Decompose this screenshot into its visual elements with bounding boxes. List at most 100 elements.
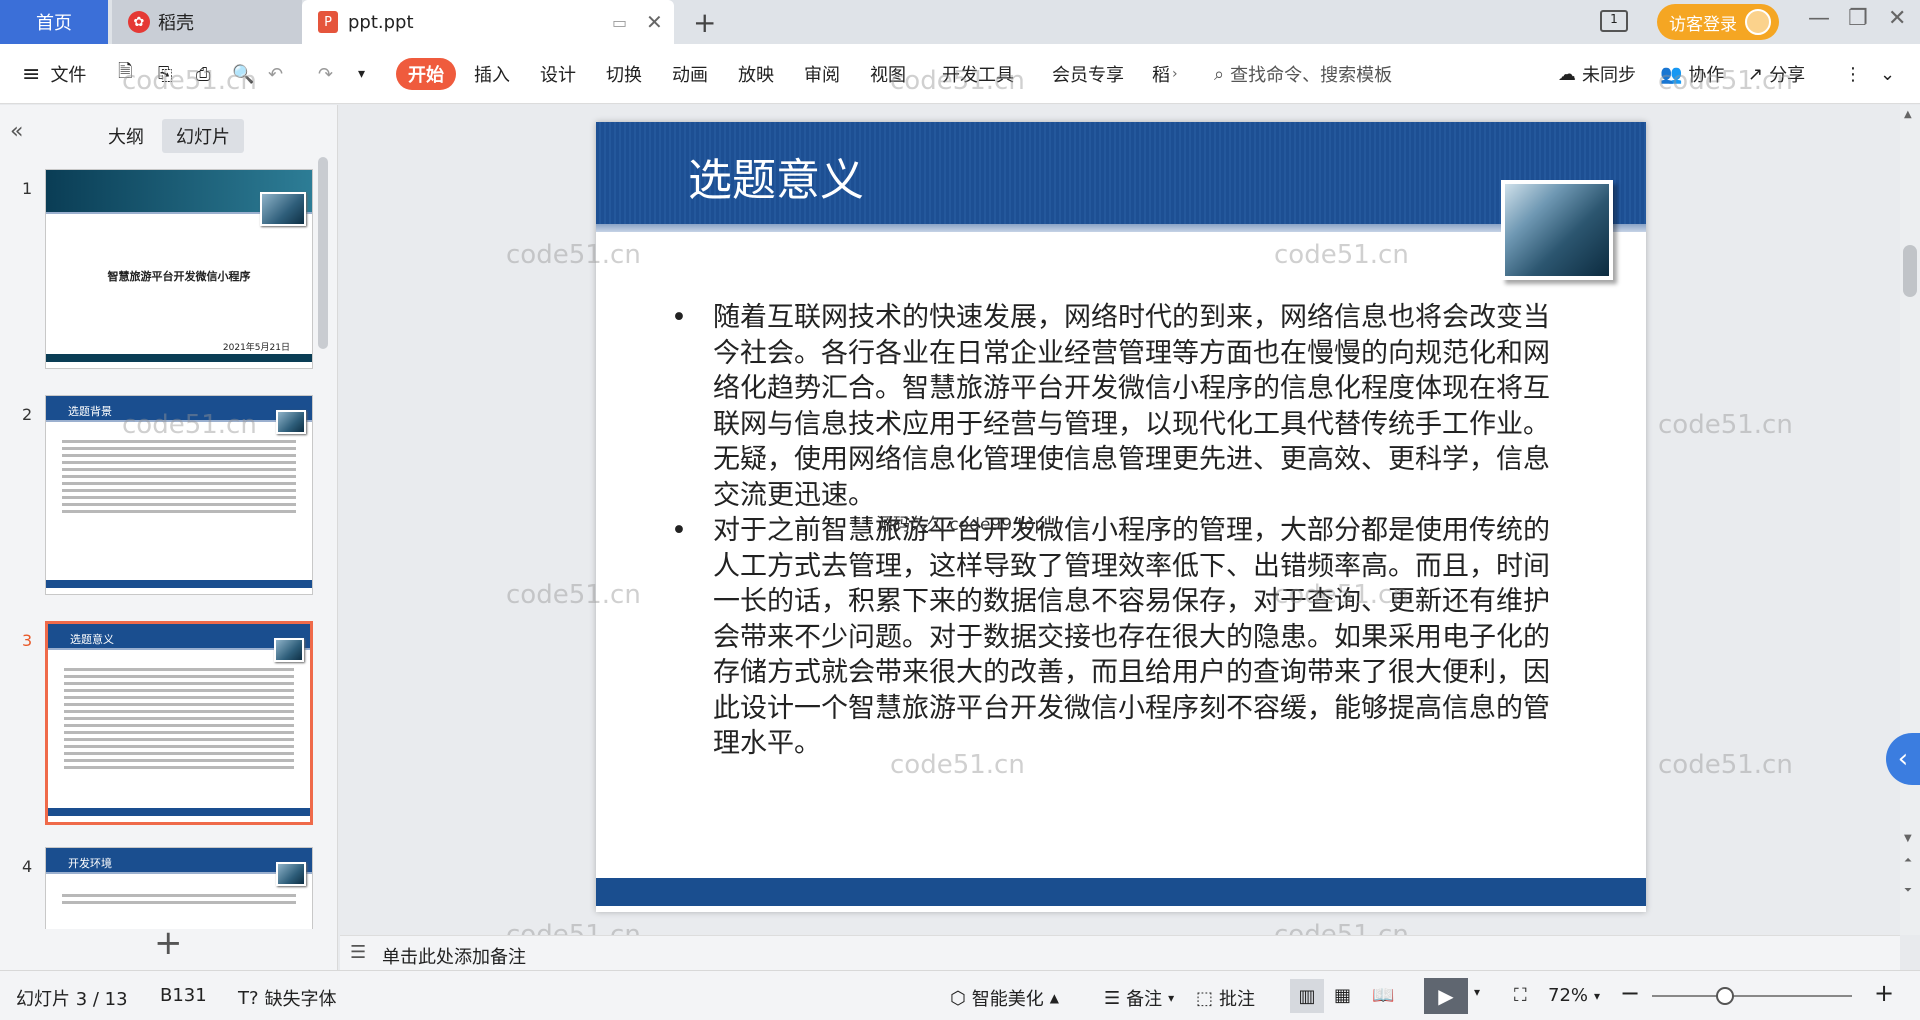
zoom-out-icon[interactable]: − [1620, 979, 1640, 1007]
zoom-slider[interactable] [1652, 995, 1852, 997]
redo-icon[interactable]: ↷ [318, 58, 333, 90]
slide-body[interactable]: 随着互联网技术的快速发展，网络时代的到来，网络信息也将会改变当今社会。各行各业在… [671, 300, 1571, 762]
file-menu-label: 文件 [50, 65, 87, 86]
collapse-ribbon-icon[interactable]: ⌄ [1880, 58, 1895, 90]
tab-member[interactable]: 会员专享 [1048, 58, 1128, 90]
tab-review[interactable]: 审阅 [800, 58, 844, 90]
collab-label: 协作 [1688, 65, 1725, 86]
thumb-title: 开发环境 [68, 857, 112, 870]
thumb-text-lines [62, 894, 296, 908]
collapse-panel-icon[interactable]: « [10, 119, 23, 144]
zoom-slider-handle[interactable] [1716, 987, 1734, 1005]
comments-button[interactable]: ⬚ 批注 [1196, 985, 1255, 1011]
share-icon: ↗ [1748, 63, 1764, 85]
sync-status[interactable]: ☁ 未同步 [1558, 58, 1636, 90]
login-label: 访客登录 [1669, 14, 1737, 35]
missing-font-label: 缺失字体 [264, 989, 337, 1010]
tab-slides[interactable]: 幻灯片 [162, 119, 244, 153]
new-tab-icon[interactable]: + [693, 6, 716, 39]
tab-outline[interactable]: 大纲 [108, 123, 144, 149]
beautify-button[interactable]: ⬡ 智能美化 ▲ [950, 985, 1059, 1011]
slide-header-divider [596, 224, 1646, 232]
zoom-in-icon[interactable]: + [1874, 979, 1894, 1007]
current-slide[interactable]: 选题意义 随着互联网技术的快速发展，网络时代的到来，网络信息也将会改变当今社会。… [596, 122, 1646, 912]
thumb-date: 2021年5月21日 [222, 343, 290, 353]
zoom-select[interactable]: 72% ▾ [1548, 985, 1600, 1006]
font-warning-icon: T? [238, 987, 259, 1009]
thumb-photo [274, 638, 304, 662]
thumb-photo [276, 862, 306, 886]
tab-daoke[interactable]: ✿ 稻壳 [112, 0, 302, 44]
thumb-title: 选题意义 [70, 633, 114, 646]
scrollbar-thumb[interactable] [1903, 245, 1917, 297]
notes-placeholder: 单击此处添加备注 [382, 947, 526, 968]
slide-handshake-photo[interactable] [1501, 180, 1613, 280]
maximize-icon[interactable]: ❐ [1848, 6, 1868, 31]
page-layout-icon[interactable]: 1 [1600, 10, 1628, 32]
comment-icon: ⬚ [1196, 987, 1214, 1009]
scroll-up-icon[interactable]: ▲ [1904, 109, 1912, 120]
hamburger-icon: ≡ [22, 61, 41, 87]
tab-home[interactable]: 首页 [0, 0, 108, 44]
print-preview-icon[interactable]: 🔍 [232, 58, 254, 90]
tab-view[interactable]: 视图 [866, 58, 910, 90]
more-options-icon[interactable]: ⋮ [1844, 58, 1862, 90]
minimize-icon[interactable]: — [1808, 6, 1830, 31]
pin-window-icon[interactable]: ▭ [612, 13, 627, 32]
cell-ref: B131 [160, 985, 207, 1006]
export-pdf-icon[interactable]: ⎘ [158, 58, 172, 90]
comments-label: 批注 [1219, 989, 1256, 1010]
slide-number: 4 [22, 857, 33, 876]
avatar-icon [1745, 9, 1771, 35]
normal-view-icon[interactable]: ▥ [1290, 979, 1324, 1013]
beautify-label: 智能美化 [971, 989, 1044, 1010]
close-tab-icon[interactable]: ✕ [646, 10, 663, 34]
close-window-icon[interactable]: ✕ [1888, 6, 1906, 31]
tab-start[interactable]: 开始 [396, 58, 456, 90]
slide-thumbnail-3[interactable]: 选题意义 [45, 621, 313, 825]
tab-developer[interactable]: 开发工具 [938, 58, 1018, 90]
slide-number: 3 [22, 631, 33, 650]
tab-animation[interactable]: 动画 [668, 58, 712, 90]
tab-design[interactable]: 设计 [536, 58, 580, 90]
notes-bar[interactable]: ☰ 单击此处添加备注 [340, 935, 1900, 970]
save-icon[interactable]: 🗎 [118, 58, 132, 90]
vertical-scrollbar[interactable]: ▲ ▼ ⏶ ⏷ [1900, 105, 1920, 935]
tab-daoke-ribbon[interactable]: 稻 [1150, 58, 1172, 90]
notes-toggle-icon: ☰ [1104, 987, 1121, 1009]
tab-insert[interactable]: 插入 [470, 58, 514, 90]
slide-thumbnail-1[interactable]: 智慧旅游平台开发微信小程序 2021年5月21日 [45, 169, 313, 369]
undo-icon[interactable]: ↶ [268, 58, 283, 90]
reading-view-icon[interactable]: 📖 [1372, 985, 1394, 1006]
tab-slideshow[interactable]: 放映 [734, 58, 778, 90]
fit-window-icon[interactable]: ⛶ [1514, 985, 1527, 1006]
file-menu[interactable]: ≡ 文件 [22, 58, 86, 90]
login-button[interactable]: 访客登录 [1657, 4, 1779, 40]
notes-toggle[interactable]: ☰ 备注 ▾ [1104, 985, 1174, 1011]
collab-button[interactable]: 👥 协作 [1660, 58, 1724, 90]
search-icon: ⌕ [1214, 63, 1225, 85]
scroll-down-icon[interactable]: ▼ [1904, 833, 1912, 844]
play-options-icon[interactable]: ▾ [1474, 985, 1480, 999]
add-slide-button[interactable]: + [154, 923, 183, 963]
next-slide-icon[interactable]: ⏷ [1904, 885, 1912, 896]
slide-thumbnail-4[interactable]: 开发环境 [45, 847, 313, 929]
cloud-icon: ☁ [1558, 63, 1576, 85]
more-tabs-icon[interactable]: › [1172, 58, 1178, 90]
print-icon[interactable]: ⎙ [196, 58, 210, 90]
slide-thumbnail-2[interactable]: 选题背景 [45, 395, 313, 595]
missing-font-button[interactable]: T? 缺失字体 [238, 985, 337, 1011]
prev-slide-icon[interactable]: ⏶ [1904, 855, 1912, 866]
slide-title[interactable]: 选题意义 [688, 144, 864, 208]
thumb-text-lines [64, 668, 294, 773]
share-button[interactable]: ↗ 分享 [1748, 58, 1805, 90]
tab-bar: 首页 ✿ 稻壳 P ppt.ppt ▭ ✕ + 1 访客登录 — ❐ ✕ [0, 0, 1920, 44]
tab-transition[interactable]: 切换 [602, 58, 646, 90]
quick-access-dropdown-icon[interactable]: ▾ [358, 58, 365, 90]
bullet-point: 对于之前智慧旅游平台开发微信小程序的管理，大部分都是使用传统的人工方式去管理，这… [671, 513, 1571, 762]
slide-sorter-icon[interactable]: ▦ [1334, 985, 1351, 1006]
panel-scrollbar[interactable] [318, 157, 328, 349]
search-box[interactable]: ⌕ 查找命令、搜索模板 [1214, 58, 1392, 90]
play-slideshow-icon[interactable]: ▶ [1424, 978, 1468, 1014]
tab-file[interactable]: P ppt.ppt ▭ ✕ [302, 0, 674, 44]
